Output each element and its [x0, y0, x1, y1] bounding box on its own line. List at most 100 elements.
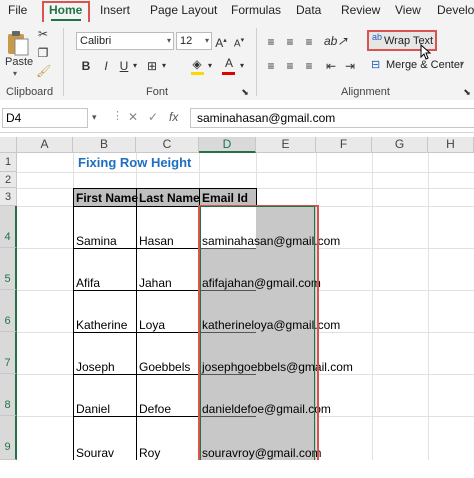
row-header-2[interactable]: 2: [0, 172, 17, 188]
tab-file[interactable]: File: [8, 3, 27, 17]
format-painter-icon[interactable]: 🖌: [36, 63, 51, 79]
cell-last-name[interactable]: Jahan: [139, 276, 172, 290]
italic-button[interactable]: I: [100, 58, 112, 74]
tab-view[interactable]: View: [395, 3, 421, 17]
fill-color-swatch: [191, 72, 204, 75]
column-header-e[interactable]: E: [256, 137, 316, 153]
chevron-down-icon[interactable]: ▾: [206, 58, 214, 74]
tab-formulas[interactable]: Formulas: [231, 3, 281, 17]
cell-last-name[interactable]: Roy: [139, 446, 160, 460]
tab-page-layout[interactable]: Page Layout: [150, 3, 217, 17]
column-header-h[interactable]: H: [428, 137, 474, 153]
alignment-group-label: Alignment: [341, 86, 390, 98]
cell-last-name[interactable]: Goebbels: [139, 360, 190, 374]
cut-icon[interactable]: ✂: [36, 26, 50, 42]
row-header-7[interactable]: 7: [0, 332, 17, 374]
column-header-f[interactable]: F: [316, 137, 372, 153]
tab-review[interactable]: Review: [341, 3, 380, 17]
row-header-3[interactable]: 3: [0, 188, 17, 206]
font-size-select[interactable]: 12 ▾: [176, 32, 212, 50]
column-header-b[interactable]: B: [73, 137, 136, 153]
chevron-down-icon: ▾: [13, 69, 18, 78]
header-email-id: Email Id: [202, 191, 249, 205]
row-header-5[interactable]: 5: [0, 248, 17, 290]
sheet-title: Fixing Row Height: [78, 155, 192, 170]
increase-font-icon[interactable]: A▴: [214, 33, 228, 51]
row-header-8[interactable]: 8: [0, 374, 17, 416]
column-header-d[interactable]: D: [199, 137, 256, 153]
table-border: [256, 188, 257, 206]
name-box[interactable]: D4: [2, 108, 88, 128]
decrease-font-icon[interactable]: A▾: [232, 33, 246, 52]
formula-input[interactable]: saminahasan@gmail.com: [190, 108, 474, 128]
cell-last-name[interactable]: Loya: [139, 318, 165, 332]
selection-border: [200, 206, 315, 460]
table-border: [136, 188, 137, 460]
chevron-down-icon: ▾: [460, 59, 465, 68]
align-top-icon[interactable]: ≡: [264, 34, 278, 50]
enter-icon[interactable]: ✓: [148, 110, 158, 124]
group-divider: [63, 28, 64, 96]
column-header-a[interactable]: A: [17, 137, 73, 153]
align-right-icon[interactable]: ≡: [302, 58, 316, 74]
table-border: [73, 248, 200, 249]
cancel-icon[interactable]: ✕: [128, 110, 138, 124]
bold-button[interactable]: B: [80, 58, 92, 74]
tab-insert[interactable]: Insert: [100, 3, 130, 17]
cell-first-name[interactable]: Samina: [76, 234, 117, 248]
insert-function-icon[interactable]: fx: [169, 110, 178, 124]
table-border: [73, 188, 257, 189]
cell-first-name[interactable]: Sourav: [76, 446, 114, 460]
chevron-down-icon[interactable]: ▾: [160, 58, 168, 74]
increase-indent-icon[interactable]: ⇥: [343, 58, 357, 74]
borders-icon[interactable]: ⊞: [145, 58, 159, 74]
chevron-down-icon[interactable]: ▾: [238, 58, 246, 74]
chevron-down-icon[interactable]: ▾: [92, 112, 97, 123]
merge-center-label: Merge & Center: [386, 59, 464, 71]
dialog-launcher-icon[interactable]: ⬊: [462, 84, 472, 100]
copy-icon[interactable]: ❐: [36, 45, 50, 61]
name-box-value: D4: [6, 111, 22, 125]
row-header-9[interactable]: 9: [0, 416, 17, 460]
row-header-1[interactable]: 1: [0, 153, 17, 172]
tab-developer[interactable]: Develop: [437, 3, 474, 17]
table-border: [73, 416, 200, 417]
underline-button[interactable]: U: [118, 58, 130, 74]
font-color-swatch: [222, 72, 235, 75]
chevron-down-icon: ▾: [166, 36, 171, 45]
font-color-icon[interactable]: A: [222, 55, 236, 71]
formula-value: saminahasan@gmail.com: [197, 111, 336, 125]
cell-first-name[interactable]: Afifa: [76, 276, 100, 290]
paste-icon: [8, 31, 29, 56]
dialog-launcher-icon[interactable]: ⬊: [240, 84, 250, 100]
cell-last-name[interactable]: Hasan: [139, 234, 174, 248]
row-header-6[interactable]: 6: [0, 290, 17, 332]
row-header-4[interactable]: 4: [0, 206, 17, 248]
decrease-indent-icon[interactable]: ⇤: [324, 58, 338, 74]
cell-last-name[interactable]: Defoe: [139, 402, 171, 416]
paste-button[interactable]: Paste ▾: [4, 27, 33, 81]
font-size-value: 12: [180, 35, 193, 47]
merge-center-button[interactable]: ⊟ Merge & Center ▾: [368, 57, 468, 75]
font-name-select[interactable]: Calibri ▾: [76, 32, 174, 50]
align-middle-icon[interactable]: ≡: [283, 34, 297, 50]
table-border: [73, 332, 200, 333]
orientation-icon[interactable]: ab↗: [324, 33, 347, 49]
column-header-c[interactable]: C: [136, 137, 199, 153]
formula-bar: D4 ▾ ⋮ ✕ ✓ fx saminahasan@gmail.com: [0, 100, 474, 133]
table-border: [73, 188, 74, 460]
tab-data[interactable]: Data: [296, 3, 321, 17]
fill-color-icon[interactable]: ◈: [190, 56, 204, 72]
cell-first-name[interactable]: Daniel: [76, 402, 110, 416]
cell-first-name[interactable]: Joseph: [76, 360, 115, 374]
align-left-icon[interactable]: ≡: [264, 58, 278, 74]
active-tab-underline: [51, 19, 81, 21]
align-center-icon[interactable]: ≡: [283, 58, 297, 74]
align-bottom-icon[interactable]: ≡: [302, 34, 316, 50]
chevron-down-icon[interactable]: ▾: [131, 58, 139, 74]
cell-first-name[interactable]: Katherine: [76, 318, 127, 332]
gridline: [428, 153, 429, 460]
column-header-g[interactable]: G: [372, 137, 428, 153]
header-last-name: Last Name: [139, 191, 200, 205]
select-all-corner[interactable]: [0, 137, 17, 153]
